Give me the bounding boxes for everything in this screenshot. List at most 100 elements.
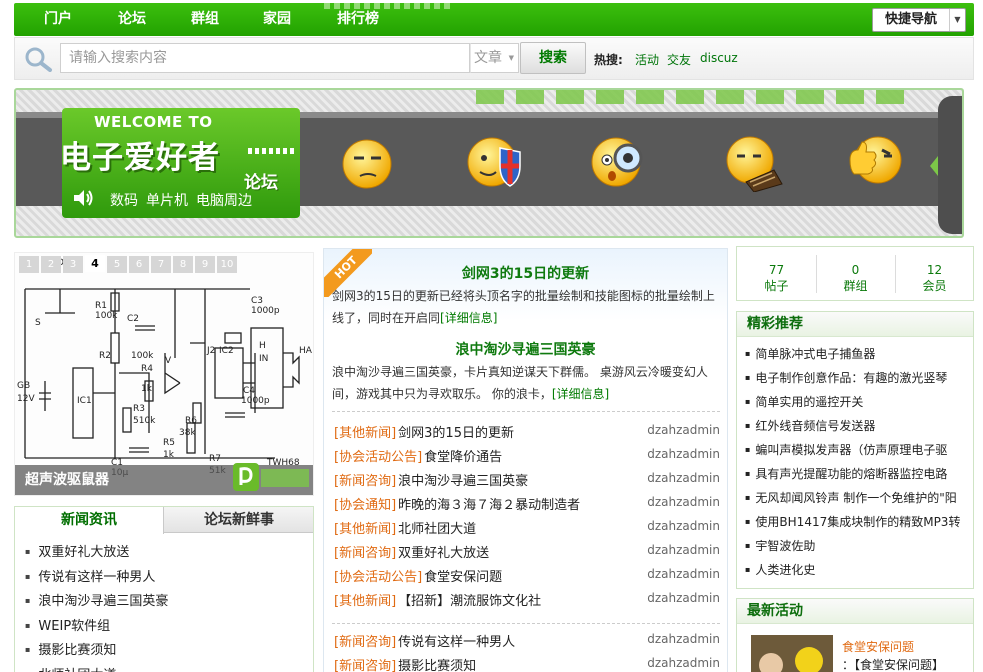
list-item[interactable]: 简单脉冲式电子捕鱼器 <box>745 345 967 369</box>
quick-nav-button[interactable]: 快捷导航 ▼ <box>872 8 966 32</box>
article-author[interactable]: dzahzadmin <box>647 447 720 461</box>
table-row[interactable]: [其他新闻] 剑网3的15日的更新 dzahzadmin <box>334 422 720 446</box>
table-row[interactable]: [新闻咨询] 传说有这样一种男人 dzahzadmin <box>334 631 720 655</box>
search-type-select[interactable]: 文章 ▼ <box>470 43 519 73</box>
featured-title-1[interactable]: 剑网3的15日的更新 <box>324 263 727 283</box>
article-author[interactable]: dzahzadmin <box>647 656 720 670</box>
article-category[interactable]: [新闻咨询] <box>334 635 396 650</box>
stat-posts[interactable]: 77 帖子 <box>737 247 816 300</box>
featured-title-2[interactable]: 浪中淘沙寻遍三国英豪 <box>324 339 727 359</box>
article-author[interactable]: dzahzadmin <box>647 495 720 509</box>
article-category[interactable]: [其他新闻] <box>334 594 396 609</box>
nav-item-ranking[interactable]: 排行榜 <box>337 3 379 36</box>
article-title[interactable]: 食堂安保问题 <box>424 570 502 585</box>
logo-tag-digital: 数码 <box>110 193 138 209</box>
stat-members[interactable]: 12 会员 <box>895 247 974 300</box>
svg-text:R7: R7 <box>209 454 221 464</box>
news-list: 双重好礼大放送传说有这样一种男人浪中淘沙寻遍三国英豪WEIP软件组摄影比赛须知北… <box>25 541 168 672</box>
table-row[interactable]: [协会活动公告] 食堂安保问题 dzahzadmin <box>334 566 720 590</box>
article-category[interactable]: [新闻咨询] <box>334 474 396 489</box>
nav-item-forum[interactable]: 论坛 <box>118 3 146 36</box>
article-category[interactable]: [协会通知] <box>334 498 396 513</box>
list-item[interactable]: 宇智波佐助 <box>745 537 967 561</box>
tab-news[interactable]: 新闻资讯 <box>15 507 164 534</box>
article-title[interactable]: 传说有这样一种男人 <box>398 635 515 650</box>
article-author[interactable]: dzahzadmin <box>647 519 720 533</box>
list-item[interactable]: 使用BH1417集成块制作的精致MP3转 <box>745 513 967 537</box>
activity-item-title[interactable]: 食堂安保问题 <box>842 638 914 655</box>
hot-link-activity[interactable]: 活动 <box>635 51 659 68</box>
banner-scroll-handle[interactable] <box>930 96 962 234</box>
activity-thumbnail[interactable] <box>751 635 833 672</box>
list-item[interactable]: 蝙叫声模拟发声器（仿声原理电子驱 <box>745 441 967 465</box>
article-title[interactable]: 【招新】潮流服饰文化社 <box>398 594 541 609</box>
slide-page-2[interactable]: 2 <box>41 256 61 273</box>
list-item[interactable]: 双重好礼大放送 <box>25 541 168 566</box>
slide-page-4[interactable]: 4 <box>85 255 105 272</box>
slide-page-1[interactable]: 1 <box>19 256 39 273</box>
article-category[interactable]: [其他新闻] <box>334 522 396 537</box>
article-title[interactable]: 北师社团大道 <box>398 522 476 537</box>
nav-item-home[interactable]: 家园 <box>263 3 291 36</box>
list-item[interactable]: 浪中淘沙寻遍三国英豪 <box>25 590 168 615</box>
image-slideshow[interactable]: VDS R1100k C2R2100k IC1R41k R3510k VJ2IC… <box>14 252 314 496</box>
article-title[interactable]: 浪中淘沙寻遍三国英豪 <box>398 474 528 489</box>
slide-page-10[interactable]: 10 <box>217 256 237 273</box>
article-category[interactable]: [其他新闻] <box>334 426 396 441</box>
search-input[interactable]: 请输入搜索内容 <box>60 43 470 73</box>
nav-item-portal[interactable]: 门户 <box>44 3 72 36</box>
list-item[interactable]: WEIP软件组 <box>25 615 168 640</box>
table-row[interactable]: [新闻咨询] 双重好礼大放送 dzahzadmin <box>334 542 720 566</box>
search-icon[interactable] <box>23 46 53 72</box>
list-item[interactable]: 具有声光提醒功能的熔断器监控电路 <box>745 465 967 489</box>
slide-caption[interactable]: 超声波驱鼠器 <box>25 469 109 489</box>
slide-page-9[interactable]: 9 <box>195 256 215 273</box>
list-item[interactable]: 无风却闻风铃声 制作一个免维护的"阳 <box>745 489 967 513</box>
list-item[interactable]: 北师社团大道 <box>25 664 168 672</box>
detail-link[interactable]: [详细信息] <box>552 387 609 401</box>
article-title[interactable]: 食堂降价通告 <box>424 450 502 465</box>
divider <box>332 623 720 624</box>
article-title[interactable]: 剑网3的15日的更新 <box>398 426 514 441</box>
list-item[interactable]: 人类进化史 <box>745 561 967 585</box>
table-row[interactable]: [其他新闻] 北师社团大道 dzahzadmin <box>334 518 720 542</box>
article-category[interactable]: [协会活动公告] <box>334 570 422 585</box>
table-row[interactable]: [新闻咨询] 摄影比赛须知 dzahzadmin <box>334 655 720 672</box>
slide-page-8[interactable]: 8 <box>173 256 193 273</box>
slide-page-6[interactable]: 6 <box>129 256 149 273</box>
nav-item-groups[interactable]: 群组 <box>191 3 219 36</box>
table-row[interactable]: [协会活动公告] 食堂降价通告 dzahzadmin <box>334 446 720 470</box>
list-item[interactable]: 简单实用的遥控开关 <box>745 393 967 417</box>
list-item[interactable]: 传说有这样一种男人 <box>25 566 168 591</box>
slide-page-5[interactable]: 5 <box>107 256 127 273</box>
article-title[interactable]: 昨晚的海３海７海２暴动制造者 <box>398 498 580 513</box>
table-row[interactable]: [新闻咨询] 浪中淘沙寻遍三国英豪 dzahzadmin <box>334 470 720 494</box>
hot-link-discuz[interactable]: discuz <box>700 51 738 65</box>
svg-text:V: V <box>165 356 172 366</box>
article-author[interactable]: dzahzadmin <box>647 471 720 485</box>
article-author[interactable]: dzahzadmin <box>647 423 720 437</box>
article-category[interactable]: [新闻咨询] <box>334 659 396 672</box>
slide-page-3[interactable]: 3 <box>63 256 83 273</box>
site-logo[interactable]: WELCOME TO 电子爱好者 论坛 数码 单片机 电脑周边 <box>60 108 300 218</box>
article-author[interactable]: dzahzadmin <box>647 591 720 605</box>
search-button[interactable]: 搜索 <box>520 42 586 74</box>
article-author[interactable]: dzahzadmin <box>647 543 720 557</box>
article-category[interactable]: [新闻咨询] <box>334 546 396 561</box>
hot-link-dating[interactable]: 交友 <box>667 51 691 68</box>
article-author[interactable]: dzahzadmin <box>647 632 720 646</box>
list-item[interactable]: 红外线音频信号发送器 <box>745 417 967 441</box>
article-title[interactable]: 双重好礼大放送 <box>398 546 489 561</box>
list-item[interactable]: 摄影比赛须知 <box>25 639 168 664</box>
stat-groups[interactable]: 0 群组 <box>816 247 895 300</box>
table-row[interactable]: [其他新闻] 【招新】潮流服饰文化社 dzahzadmin <box>334 590 720 614</box>
table-row[interactable]: [协会通知] 昨晚的海３海７海２暴动制造者 dzahzadmin <box>334 494 720 518</box>
article-category[interactable]: [协会活动公告] <box>334 450 422 465</box>
slide-page-7[interactable]: 7 <box>151 256 171 273</box>
article-author[interactable]: dzahzadmin <box>647 567 720 581</box>
thumbs-up-face-icon <box>849 136 902 184</box>
tab-forum-news[interactable]: 论坛新鲜事 <box>165 507 313 533</box>
article-title[interactable]: 摄影比赛须知 <box>398 659 476 672</box>
list-item[interactable]: 电子制作创意作品：有趣的激光竖琴 <box>745 369 967 393</box>
detail-link[interactable]: [详细信息] <box>440 311 497 325</box>
